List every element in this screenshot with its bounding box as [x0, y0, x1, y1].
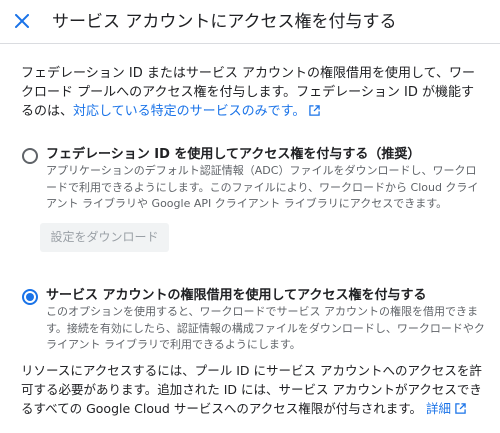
download-config-button[interactable]: 設定をダウンロード	[40, 223, 169, 252]
radio-federated-identity[interactable]	[22, 148, 38, 164]
external-link-icon	[309, 103, 321, 122]
supported-services-link[interactable]: 対応している特定のサービスのみです。	[73, 103, 321, 122]
supported-services-link-label: 対応している特定のサービスのみです。	[73, 104, 306, 119]
option-federated-identity-title: フェデレーション ID を使用してアクセス権を付与する（推奨）	[46, 147, 421, 162]
outro-text: リソースにアクセスするには、プール ID にサービス アカウントへのアクセスを許…	[21, 363, 482, 416]
panel-title: サービス アカウントにアクセス権を付与する	[52, 12, 397, 32]
close-icon	[15, 14, 29, 28]
intro-paragraph: フェデレーション ID またはサービス アカウントの権限借用を使用して、ワークロ…	[21, 64, 483, 122]
external-link-icon	[455, 400, 466, 419]
option-federated-identity-description: アプリケーションのデフォルト認証情報（ADC）ファイルをダウンロードし、ワークロ…	[46, 164, 479, 210]
close-button[interactable]	[11, 10, 33, 32]
learn-more-link[interactable]: 詳細	[426, 401, 466, 416]
outro-paragraph: リソースにアクセスするには、プール ID にサービス アカウントへのアクセスを許…	[21, 361, 483, 419]
option-impersonation-description: このオプションを使用すると、ワークロードでサービス アカウントの権限を借用できま…	[46, 305, 485, 351]
grant-access-panel: サービス アカウントにアクセス権を付与する フェデレーション ID またはサービ…	[0, 0, 500, 433]
option-impersonation-title: サービス アカウントの権限借用を使用してアクセス権を付与する	[46, 288, 427, 303]
radio-service-account-impersonation[interactable]	[22, 289, 38, 305]
learn-more-link-label: 詳細	[425, 401, 451, 416]
panel-header: サービス アカウントにアクセス権を付与する	[0, 0, 500, 44]
